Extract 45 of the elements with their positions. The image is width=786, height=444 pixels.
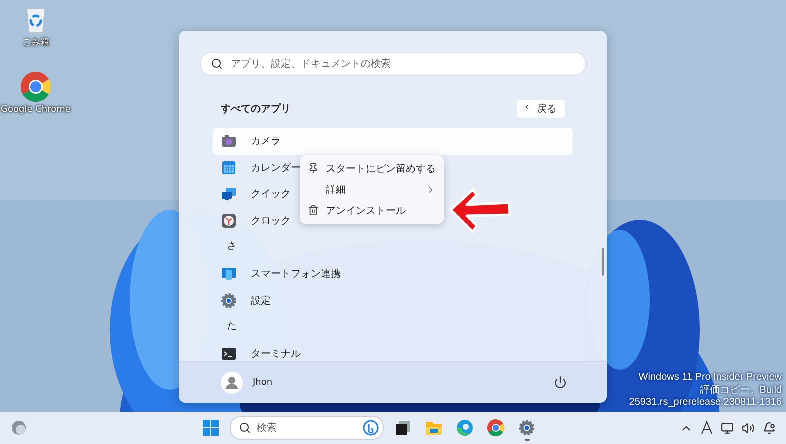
calendar-icon [221,160,237,176]
back-button[interactable]: ‹ 戻る [517,100,565,118]
recycle-bin-icon [24,6,48,34]
clock-icon [221,213,237,230]
windows-logo-icon [203,420,219,436]
group-letter[interactable]: さ [213,234,237,261]
running-indicator [524,439,530,442]
search-icon [211,58,223,70]
app-list-item[interactable]: カメラ [213,128,573,155]
settings-icon [518,419,536,438]
scrollbar[interactable] [602,248,604,276]
phone-monitor-icon [221,266,237,282]
group-letter[interactable]: た [213,314,237,341]
trash-icon [308,205,319,216]
app-list-item[interactable]: ターミナル [213,340,309,361]
weather-icon[interactable] [10,419,28,438]
folder-icon [425,419,443,438]
section-heading: すべてのアプリ [221,102,291,116]
task-view-icon [394,419,412,438]
search-field[interactable]: アプリ、設定、ドキュメントの検索 [200,52,586,76]
app-list-item[interactable]: 設定 [213,288,279,314]
edge-icon [456,419,474,438]
power-icon[interactable] [554,376,567,389]
context-menu-item[interactable]: スタートにピン留めする [300,158,444,179]
chrome-icon [487,419,505,438]
build-info-text: Windows 11 Pro Insider Preview [638,372,782,384]
context-menu-item[interactable]: アンインストール [300,200,444,221]
monitors-icon [221,186,237,202]
user-name[interactable]: Jhon [253,378,544,388]
app-list-item[interactable]: クロック [213,208,299,234]
terminal-icon [221,346,237,361]
taskbar-search-field[interactable]: 検索 [230,416,384,440]
notification-icon[interactable] [763,422,776,435]
volume-icon[interactable] [742,422,755,435]
pin-icon [308,163,319,174]
input-mode-icon[interactable] [701,421,713,436]
context-menu-item[interactable]: 詳細 [300,179,444,200]
search-icon [239,422,251,434]
app-list-item[interactable]: クイック [213,181,299,208]
camera-icon [221,133,237,150]
monitor-icon[interactable] [721,422,734,435]
chrome-icon [20,71,52,103]
settings-icon [221,292,237,309]
app-list-item[interactable]: スマートフォン連携 [213,260,349,288]
avatar-icon[interactable] [221,372,243,394]
